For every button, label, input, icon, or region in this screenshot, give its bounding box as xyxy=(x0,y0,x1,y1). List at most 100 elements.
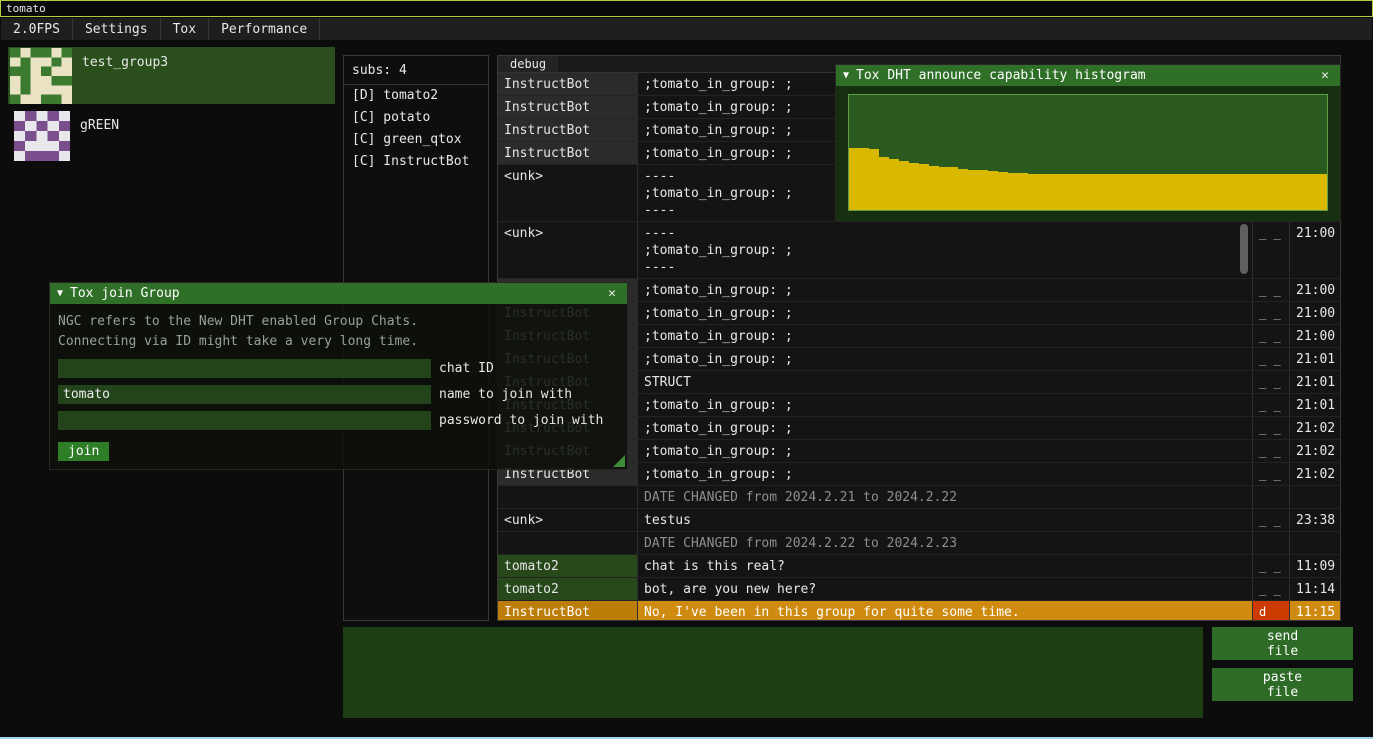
chat-row[interactable]: tomato2 bot, are you new here? _ _ 11:14 xyxy=(498,578,1340,601)
chat-timestamp: 21:02 xyxy=(1290,440,1340,462)
chat-message: DATE CHANGED from 2024.2.22 to 2024.2.23 xyxy=(638,532,1253,554)
chat-scrollbar[interactable] xyxy=(1240,224,1248,274)
subs-list-item[interactable]: [C] InstructBot xyxy=(344,151,488,173)
join-name-label: name to join with xyxy=(439,387,572,402)
chat-timestamp: 21:00 xyxy=(1290,325,1340,347)
chat-timestamp: 21:02 xyxy=(1290,417,1340,439)
histogram-bar xyxy=(1058,174,1068,210)
histogram-bar xyxy=(998,172,1008,210)
contact-name: gREEN xyxy=(80,118,119,133)
histogram-bar xyxy=(1088,174,1098,210)
menu-performance[interactable]: Performance xyxy=(209,18,320,40)
chat-sender: InstructBot xyxy=(498,601,638,620)
collapse-arrow-icon[interactable]: ▼ xyxy=(57,288,63,299)
send-file-button[interactable]: send file xyxy=(1212,627,1353,660)
histogram-bar xyxy=(1078,174,1088,210)
histogram-bar xyxy=(988,171,998,210)
chat-message: ;tomato_in_group: ; xyxy=(638,463,1253,485)
chat-delivery-flags: _ _ xyxy=(1253,302,1290,324)
chat-row[interactable]: <unk> ---- ;tomato_in_group: ; ---- _ _ … xyxy=(498,222,1340,279)
group-avatar xyxy=(10,48,72,104)
resize-grip[interactable] xyxy=(613,455,625,467)
chat-sender xyxy=(498,532,638,554)
subs-list: [D] tomato2 [C] potato [C] green_qtox [C… xyxy=(344,85,488,173)
histogram-bar xyxy=(1187,174,1197,210)
chat-message: DATE CHANGED from 2024.2.21 to 2024.2.22 xyxy=(638,486,1253,508)
histogram-bar xyxy=(1118,174,1128,210)
subs-list-item[interactable]: [C] green_qtox xyxy=(344,129,488,151)
chat-timestamp: 23:38 xyxy=(1290,509,1340,531)
histogram-bar xyxy=(1307,174,1317,210)
chat-row[interactable]: tomato2 chat is this real? _ _ 11:09 xyxy=(498,555,1340,578)
histogram-bar xyxy=(909,163,919,210)
chat-sender: InstructBot xyxy=(498,96,638,118)
chat-row[interactable]: <unk> testus _ _ 23:38 xyxy=(498,509,1340,532)
histogram-bar xyxy=(1148,174,1158,210)
histogram-bar xyxy=(929,166,939,210)
collapse-arrow-icon[interactable]: ▼ xyxy=(843,70,849,81)
chat-row[interactable]: DATE CHANGED from 2024.2.22 to 2024.2.23 xyxy=(498,532,1340,555)
chat-delivery-flags: _ _ xyxy=(1253,394,1290,416)
chat-sender xyxy=(498,486,638,508)
chat-message: ;tomato_in_group: ; xyxy=(638,417,1253,439)
chat-row[interactable]: DATE CHANGED from 2024.2.21 to 2024.2.22 xyxy=(498,486,1340,509)
ngc-info-line-1: NGC refers to the New DHT enabled Group … xyxy=(58,312,619,332)
chat-message: ;tomato_in_group: ; xyxy=(638,394,1253,416)
chat-delivery-flags: _ _ xyxy=(1253,417,1290,439)
histogram-bar xyxy=(889,159,899,210)
app-window: tomato 2.0FPS Settings Tox Performance t… xyxy=(0,0,1373,739)
histogram-bar xyxy=(1177,174,1187,210)
subs-header: subs: 4 xyxy=(344,56,488,85)
histogram-bar xyxy=(1227,174,1237,210)
histogram-bar xyxy=(1128,174,1138,210)
histogram-bar xyxy=(1317,174,1327,210)
histogram-bar xyxy=(1028,174,1038,210)
join-password-input[interactable] xyxy=(58,411,431,430)
paste-file-button[interactable]: paste file xyxy=(1212,668,1353,701)
chat-message: testus xyxy=(638,509,1253,531)
menu-settings[interactable]: Settings xyxy=(73,18,161,40)
histogram-bar xyxy=(1197,174,1207,210)
chat-timestamp: 21:00 xyxy=(1290,279,1340,301)
close-icon[interactable]: ✕ xyxy=(1317,68,1333,83)
contact-item-test-group3[interactable]: test_group3 xyxy=(8,47,335,104)
join-button[interactable]: join xyxy=(58,442,109,461)
chat-message: STRUCT xyxy=(638,371,1253,393)
message-compose-input[interactable] xyxy=(343,627,1203,718)
histogram-bar xyxy=(849,148,859,210)
close-icon[interactable]: ✕ xyxy=(604,286,620,301)
histogram-bar xyxy=(1038,174,1048,210)
histogram-bar xyxy=(1297,174,1307,210)
contact-item-green[interactable]: gREEN xyxy=(8,110,335,163)
chat-delivery-flags: _ _ xyxy=(1253,348,1290,370)
chat-message: ---- ;tomato_in_group: ; ---- xyxy=(638,222,1253,278)
histogram-bar xyxy=(1207,174,1217,210)
histogram-bar xyxy=(919,164,929,210)
menu-tox[interactable]: Tox xyxy=(161,18,209,40)
histogram-bar xyxy=(1068,174,1078,210)
histogram-bar xyxy=(1277,174,1287,210)
chat-id-input[interactable] xyxy=(58,359,431,378)
histogram-bar xyxy=(949,167,959,210)
chat-timestamp: 21:01 xyxy=(1290,394,1340,416)
chat-row[interactable]: InstructBot No, I've been in this group … xyxy=(498,601,1340,620)
join-group-window: ▼ Tox join Group ✕ NGC refers to the New… xyxy=(49,282,628,470)
chat-sender: <unk> xyxy=(498,222,638,278)
chat-message: bot, are you new here? xyxy=(638,578,1253,600)
subs-list-item[interactable]: [C] potato xyxy=(344,107,488,129)
chat-sender: <unk> xyxy=(498,509,638,531)
subs-list-item[interactable]: [D] tomato2 xyxy=(344,85,488,107)
histogram-bar xyxy=(879,157,889,210)
join-group-body: NGC refers to the New DHT enabled Group … xyxy=(50,304,627,469)
join-name-input[interactable] xyxy=(58,385,431,404)
chat-timestamp: 11:09 xyxy=(1290,555,1340,577)
dht-histogram-title: Tox DHT announce capability histogram xyxy=(856,68,1310,83)
tab-debug[interactable]: debug xyxy=(498,56,558,72)
titlebar: tomato xyxy=(0,0,1373,17)
histogram-bar xyxy=(939,167,949,210)
histogram-bar xyxy=(1138,174,1148,210)
chat-sender: tomato2 xyxy=(498,578,638,600)
histogram-bar xyxy=(1158,174,1168,210)
histogram-bar xyxy=(1247,174,1257,210)
chat-delivery-flags: _ _ xyxy=(1253,578,1290,600)
